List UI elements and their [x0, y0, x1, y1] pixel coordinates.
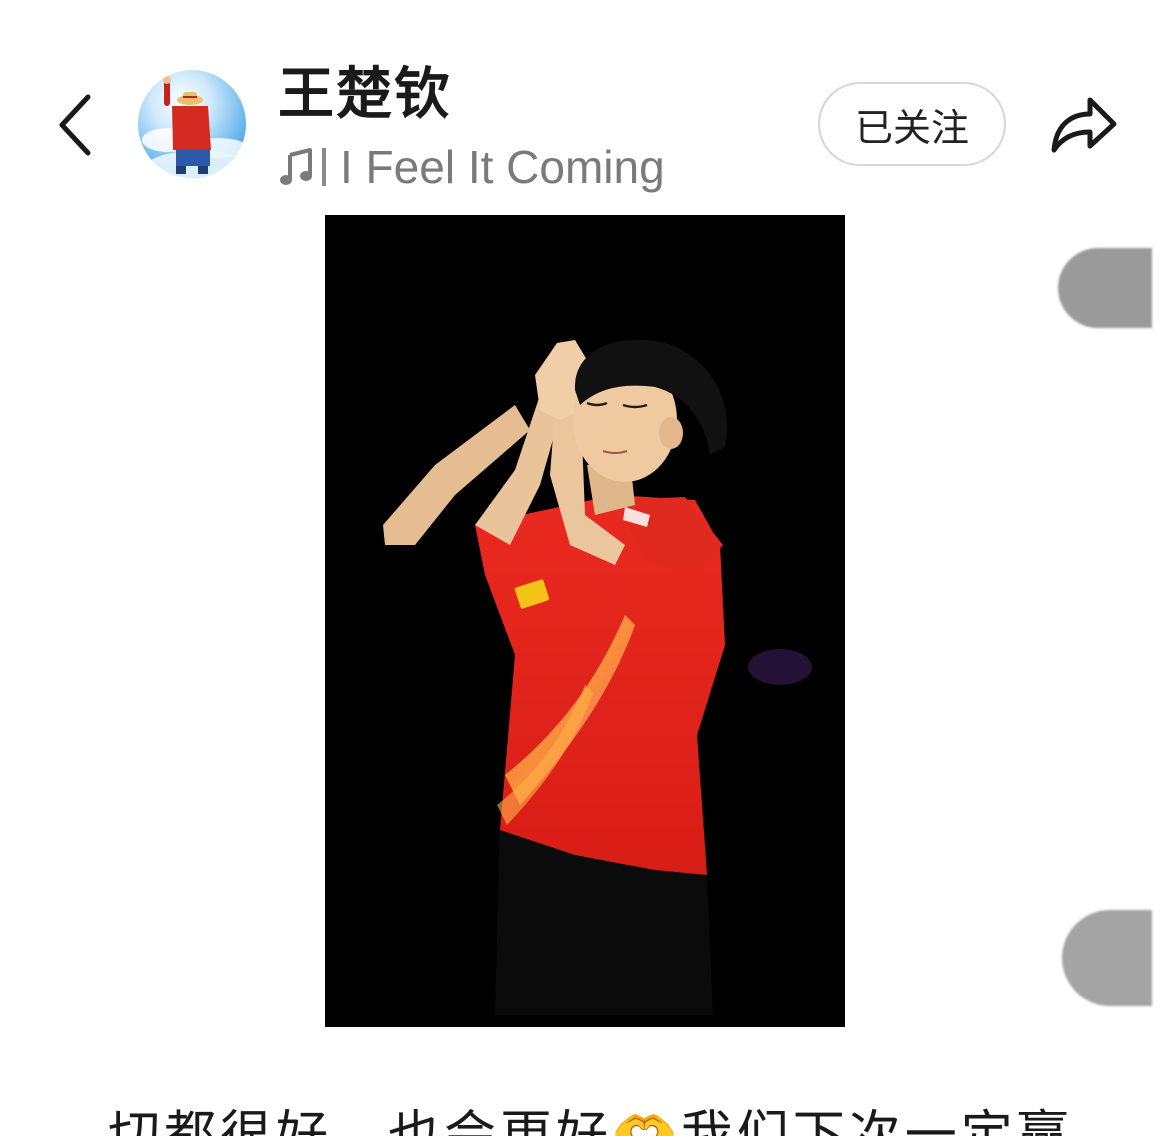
post-caption: 切都很好，也会更好🫶我们下次一定赢	[108, 1106, 1073, 1136]
music-info[interactable]: I Feel It Coming	[278, 140, 665, 194]
chevron-left-icon	[59, 94, 91, 156]
share-button[interactable]	[1046, 88, 1122, 160]
post-detail-page: 王楚钦 I Feel It Coming 已关注 切都很好，也会更好🫶我们下次一…	[0, 0, 1170, 1136]
music-note-icon	[278, 145, 316, 189]
user-name[interactable]: 王楚钦	[278, 62, 452, 128]
avatar[interactable]	[138, 70, 246, 178]
music-divider	[322, 148, 326, 186]
athlete-photo-image	[325, 215, 845, 1027]
back-button[interactable]	[46, 86, 106, 164]
post-photo[interactable]	[325, 215, 845, 1027]
side-action-button[interactable]	[1062, 910, 1152, 1006]
follow-button[interactable]: 已关注	[818, 82, 1006, 166]
share-arrow-icon	[1051, 97, 1117, 153]
music-title: I Feel It Coming	[340, 141, 665, 193]
avatar-image	[142, 76, 246, 178]
side-action-button[interactable]	[1058, 248, 1152, 328]
